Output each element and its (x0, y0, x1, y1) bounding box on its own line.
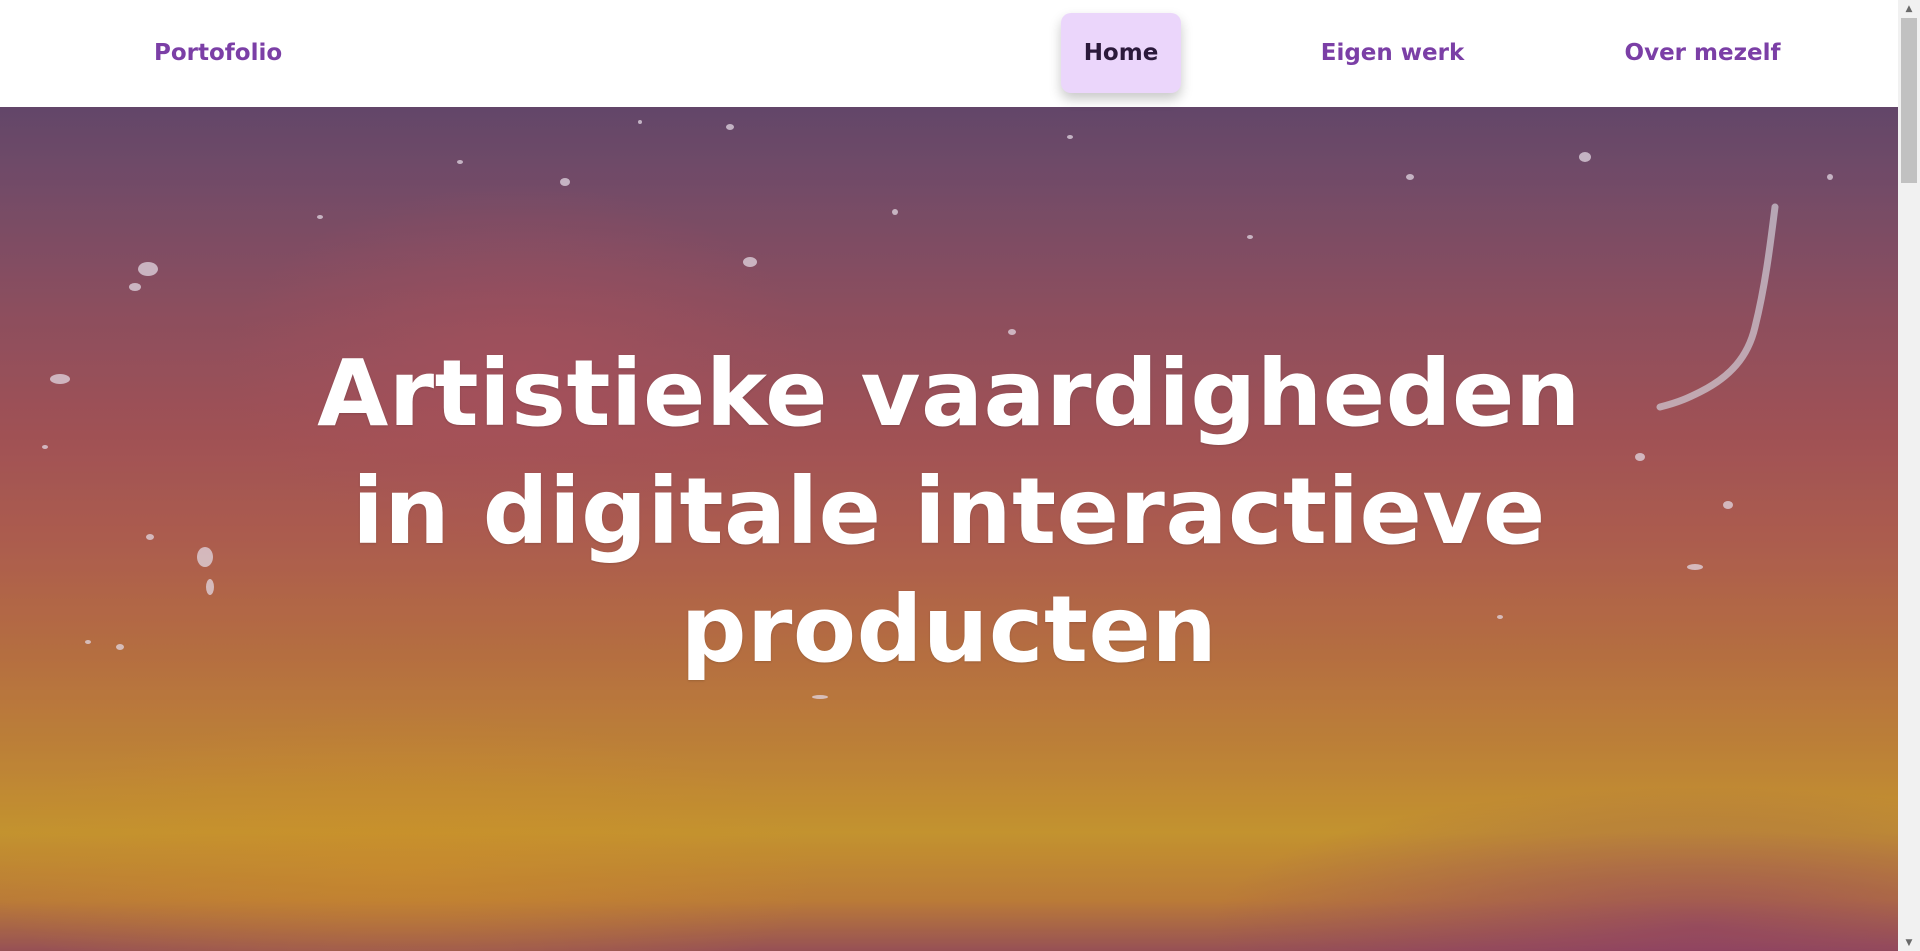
page: Portofolio Home Eigen werk Over mezelf A… (0, 0, 1920, 951)
scroll-up-arrow-icon[interactable]: ▲ (1898, 0, 1920, 17)
hero-section: Artistieke vaardigheden in digitale inte… (0, 107, 1898, 951)
nav-item-home[interactable]: Home (1061, 13, 1181, 93)
scrollbar-thumb[interactable] (1901, 18, 1917, 183)
page-scrollbar[interactable]: ▲ ▼ (1898, 0, 1920, 951)
brand-link[interactable]: Portofolio (154, 38, 282, 68)
nav-item-eigen-werk[interactable]: Eigen werk (1310, 13, 1475, 93)
scroll-down-arrow-icon[interactable]: ▼ (1898, 934, 1920, 951)
top-navbar: Portofolio Home Eigen werk Over mezelf (0, 0, 1898, 107)
hero-title: Artistieke vaardigheden in digitale inte… (317, 340, 1581, 683)
nav-item-over-mezelf[interactable]: Over mezelf (1610, 13, 1795, 93)
